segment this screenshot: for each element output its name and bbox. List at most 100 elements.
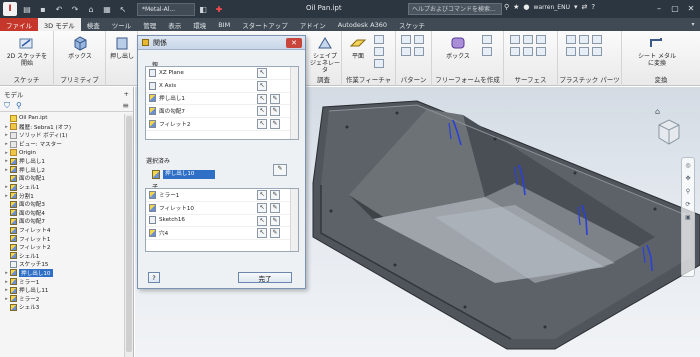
app-logo-icon[interactable]: I <box>3 2 17 16</box>
expand-toggle-icon[interactable]: ▸ <box>3 141 10 147</box>
tree-item[interactable]: ▸ 押し出し11 <box>0 286 124 295</box>
tab-8[interactable]: スタートアップ <box>236 18 294 31</box>
tab-7[interactable]: BIM <box>212 18 236 31</box>
expand-toggle-icon[interactable]: ▸ <box>3 193 10 199</box>
tab-2[interactable]: 検査 <box>81 18 106 31</box>
save-icon[interactable]: ▪ <box>37 3 49 15</box>
expand-toggle-icon[interactable]: ▸ <box>3 296 10 302</box>
tree-item[interactable]: ▸ 押し出し1 <box>0 157 124 166</box>
orbit-icon[interactable]: ⟳ <box>685 201 690 208</box>
edit-feature-button[interactable]: ✎ <box>270 215 280 226</box>
expand-toggle-icon[interactable]: ▸ <box>3 124 10 130</box>
look-at-icon[interactable]: ▣ <box>685 214 691 221</box>
edit-selected-button[interactable]: ✎ <box>273 164 287 176</box>
tree-item[interactable]: ▸ シェル1 <box>0 183 124 192</box>
ucs-icon[interactable] <box>374 59 384 68</box>
tree-item[interactable]: シェル1 <box>0 252 124 261</box>
select-icon[interactable]: ↖ <box>117 3 129 15</box>
sketch-driven-icon[interactable] <box>414 47 424 56</box>
parents-row[interactable]: 押し出し1 ↖ ✎ <box>146 93 298 106</box>
dialog-close-button[interactable]: ✕ <box>286 38 302 48</box>
freeform-tool2-icon[interactable] <box>482 47 492 56</box>
convert-to-sheet-metal-button[interactable]: シート メタル に変換 <box>632 35 682 67</box>
replace-face-icon[interactable] <box>536 47 546 56</box>
sculpt-icon[interactable] <box>510 47 520 56</box>
tree-item[interactable]: ▸ 分割1 <box>0 191 124 200</box>
material-dropdown[interactable]: *Metal-Al... <box>137 2 195 16</box>
edit-feature-button[interactable]: ✎ <box>270 93 280 104</box>
user-name[interactable]: warren_ENU <box>534 4 570 11</box>
minimize-icon[interactable]: – <box>652 1 666 15</box>
plane-button[interactable]: 平面 <box>346 35 370 60</box>
expand-toggle-icon[interactable]: ▸ <box>3 279 10 285</box>
rect-pattern-icon[interactable] <box>401 35 411 44</box>
extrude-button[interactable]: 押し出し <box>108 35 136 60</box>
parents-row[interactable]: XZ Plane ↖ <box>146 67 298 80</box>
tree-item[interactable]: Oil Pan.ipt <box>0 114 124 123</box>
zoom-icon[interactable]: ⚲ <box>686 188 690 195</box>
lip-icon[interactable] <box>592 47 602 56</box>
select-feature-button[interactable]: ↖ <box>257 228 267 239</box>
select-feature-button[interactable]: ↖ <box>257 106 267 117</box>
extend-icon[interactable] <box>523 47 533 56</box>
redo-icon[interactable]: ↷ <box>69 3 81 15</box>
done-button[interactable]: 完了 <box>238 272 292 283</box>
edit-feature-button[interactable]: ✎ <box>270 119 280 130</box>
shape-generator-button[interactable]: シェイプ ジェネレータ <box>308 35 342 74</box>
patch-icon[interactable] <box>523 35 533 44</box>
undo-icon[interactable]: ↶ <box>53 3 65 15</box>
tree-item[interactable]: 面の勾配3 <box>0 200 124 209</box>
tab-9[interactable]: アドイン <box>294 18 332 31</box>
select-feature-button[interactable]: ↖ <box>257 68 267 78</box>
help-icon[interactable]: ? <box>591 3 595 11</box>
tree-item[interactable]: ▸ ソリッド ボディ(1) <box>0 131 124 140</box>
box-primitive-button[interactable]: ボックス <box>60 35 100 60</box>
tree-item[interactable]: ▸ 押し出し10 <box>0 268 124 278</box>
parents-row[interactable]: X Axis ↖ <box>146 80 298 93</box>
parents-row[interactable]: 面の勾配7 ↖ ✎ <box>146 105 298 119</box>
tree-item[interactable]: スケッチ15 <box>0 260 124 269</box>
select-feature-button[interactable]: ↖ <box>257 190 267 200</box>
selected-feature[interactable]: 押し出し10 <box>163 170 215 179</box>
start-2d-sketch-button[interactable]: 2D スケッチを 開始 <box>3 35 51 67</box>
help-search-input[interactable]: ヘルプおよびコマンドを検索... <box>408 3 502 15</box>
point-icon[interactable] <box>374 47 384 56</box>
tree-item[interactable]: ▸ Origin <box>0 148 124 157</box>
tree-item[interactable]: シェル3 <box>0 303 124 312</box>
tab-10[interactable]: Autodesk A360 <box>332 18 393 31</box>
tree-item[interactable]: ▸ 履歴: Sebra1 (オフ) <box>0 123 124 132</box>
folder-icon[interactable]: ▤ <box>21 3 33 15</box>
trim-icon[interactable] <box>536 35 546 44</box>
tab-3[interactable]: ツール <box>106 18 138 31</box>
close-icon[interactable]: ✕ <box>684 1 698 15</box>
home-icon[interactable]: ⌂ <box>85 3 97 15</box>
tree-item[interactable]: 面の勾配7 <box>0 217 124 226</box>
freeform-tool-icon[interactable] <box>482 35 492 44</box>
add-icon[interactable]: + <box>124 90 129 98</box>
children-scrollbar[interactable] <box>290 189 298 251</box>
help-button[interactable]: ? <box>148 272 160 283</box>
expand-toggle-icon[interactable]: ▸ <box>3 270 10 276</box>
tab-1[interactable]: 3D モデル <box>38 18 81 31</box>
edit-feature-button[interactable]: ✎ <box>270 106 280 117</box>
print-icon[interactable]: ▦ <box>101 3 113 15</box>
select-feature-button[interactable]: ↖ <box>257 215 267 226</box>
ribbon-options-icon[interactable]: ▾ <box>686 18 700 31</box>
mirror-icon[interactable] <box>401 47 411 56</box>
grill-icon[interactable] <box>566 35 576 44</box>
tree-item[interactable]: ▸ 押し出し2 <box>0 166 124 175</box>
children-row[interactable]: フィレット10 ↖ ✎ <box>146 202 298 215</box>
tree-item[interactable]: ▸ ビュー: マスター <box>0 140 124 149</box>
expand-toggle-icon[interactable]: ▸ <box>3 287 10 293</box>
select-feature-button[interactable]: ↖ <box>257 80 267 91</box>
search-icon[interactable]: ⚲ <box>504 3 509 11</box>
circ-pattern-icon[interactable] <box>414 35 424 44</box>
children-row[interactable]: Sketch16 ↖ ✎ <box>146 215 298 228</box>
menu-icon[interactable]: ≡ <box>122 101 129 110</box>
star-icon[interactable]: ★ <box>513 3 519 11</box>
edit-feature-button[interactable]: ✎ <box>270 202 280 213</box>
axis-icon[interactable] <box>374 35 384 44</box>
children-row[interactable]: 穴4 ↖ ✎ <box>146 227 298 241</box>
tab-5[interactable]: 表示 <box>162 18 187 31</box>
pan-icon[interactable]: ✥ <box>685 175 690 182</box>
